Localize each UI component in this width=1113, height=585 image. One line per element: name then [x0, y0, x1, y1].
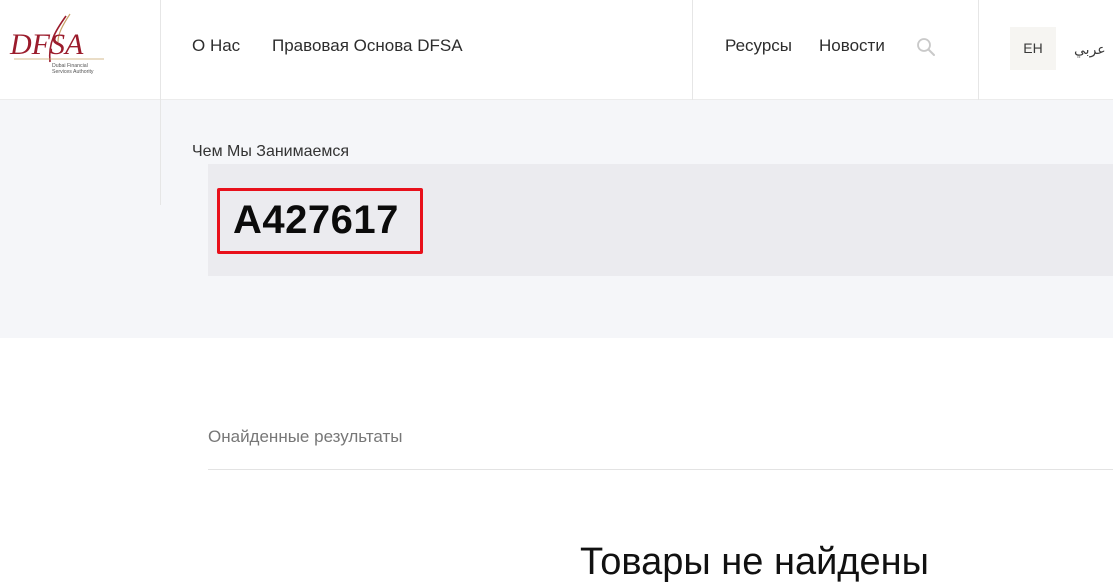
nav-item-resources[interactable]: Ресурсы: [725, 36, 792, 56]
site-header: DFSA Dubai Financial Services Authority …: [0, 0, 1113, 100]
logo-mark: DFSA: [9, 28, 84, 61]
page: DFSA Dubai Financial Services Authority …: [0, 0, 1113, 585]
dfsa-logo[interactable]: DFSA Dubai Financial Services Authority: [8, 12, 108, 78]
header-divider: [160, 0, 161, 100]
section-label: Чем Мы Занимаемся: [192, 143, 350, 160]
results-count-label: Онайденные результаты: [208, 427, 403, 446]
logo-caption-line2: Services Authority: [52, 69, 94, 75]
hero-divider: [160, 100, 161, 205]
nav-item-legal-framework[interactable]: Правовая Основа DFSA: [272, 36, 463, 56]
nav-item-about[interactable]: О Нас: [192, 36, 240, 56]
language-current-button[interactable]: EH: [1010, 27, 1056, 70]
header-divider: [978, 0, 979, 100]
search-icon[interactable]: [916, 37, 936, 57]
no-results-message: Товары не найдены: [580, 541, 929, 583]
dfsa-logo-icon: DFSA Dubai Financial Services Authority: [9, 13, 104, 75]
header-divider: [692, 0, 693, 100]
search-query-text: A427617: [233, 198, 399, 242]
nav-item-news[interactable]: Новости: [819, 36, 885, 56]
language-arabic-link[interactable]: عربي: [1074, 40, 1106, 58]
results-divider: [208, 469, 1113, 470]
